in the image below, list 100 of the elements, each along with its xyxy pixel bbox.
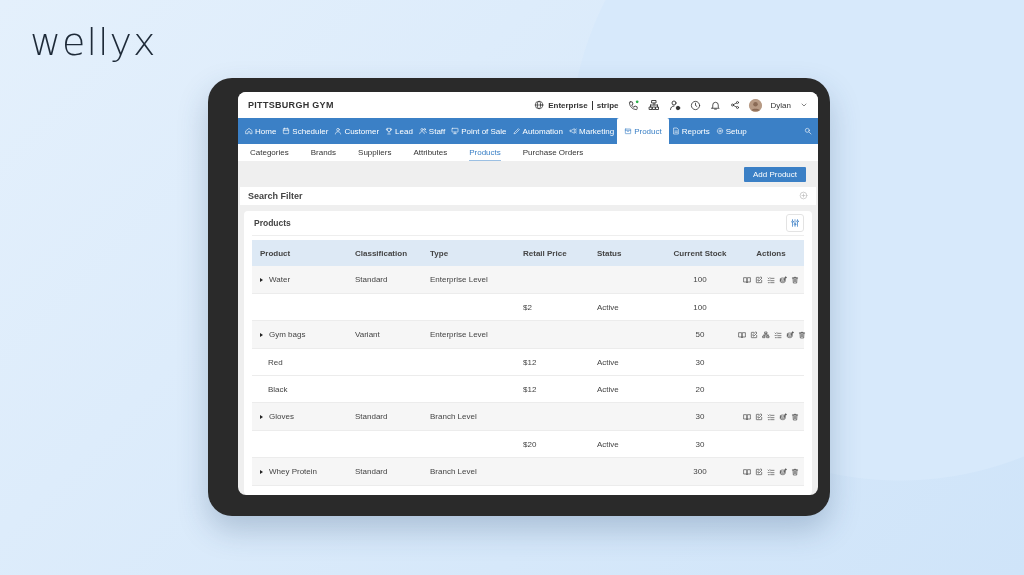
- document-icon: [671, 127, 680, 136]
- sub-tab[interactable]: Products: [469, 144, 501, 161]
- nav-tab[interactable]: Automation: [509, 120, 566, 143]
- box-icon: [624, 127, 633, 136]
- column-header: Retail Price: [523, 248, 567, 258]
- book-icon[interactable]: [743, 467, 751, 476]
- edit-icon[interactable]: [750, 330, 758, 339]
- org-chart-icon[interactable]: [647, 99, 660, 112]
- stock-cell: 100: [693, 302, 707, 312]
- stock-cell: 20: [695, 384, 705, 394]
- stock-cell: 30: [695, 357, 705, 367]
- trash-icon[interactable]: [798, 330, 806, 339]
- book-icon[interactable]: [743, 412, 751, 421]
- user-icon: [334, 127, 343, 136]
- bell-icon[interactable]: [709, 99, 721, 111]
- column-header: Product: [260, 248, 291, 258]
- clock-icon[interactable]: [689, 99, 701, 111]
- share-icon[interactable]: [729, 100, 740, 111]
- type-cell: Branch Level: [430, 412, 477, 422]
- status-cell: Active: [597, 357, 619, 367]
- classification-cell: Variant: [355, 330, 380, 340]
- nav-tab[interactable]: Lead: [382, 120, 416, 143]
- globe-icon: [534, 100, 545, 111]
- nav-tab[interactable]: Product: [617, 118, 669, 145]
- user-name[interactable]: Dylan: [770, 100, 791, 110]
- column-header: Status: [597, 248, 622, 258]
- users-icon: [418, 127, 427, 136]
- product-name: Gloves: [269, 412, 294, 422]
- search-icon[interactable]: [804, 127, 812, 136]
- sub-tab[interactable]: Categories: [250, 144, 289, 161]
- type-cell: Branch Level: [430, 467, 477, 477]
- filter-settings-button[interactable]: [786, 214, 804, 233]
- nav-tab[interactable]: Home: [242, 120, 280, 143]
- product-name: Whey Protein: [269, 467, 318, 477]
- column-header: Actions: [756, 248, 786, 258]
- trash-icon[interactable]: [791, 412, 799, 421]
- stock-cell: 100: [693, 275, 707, 285]
- expand-arrow-icon[interactable]: [260, 414, 263, 419]
- classification-cell: Standard: [355, 275, 388, 285]
- expand-arrow-icon[interactable]: [260, 277, 263, 282]
- settings-icon: [715, 127, 724, 136]
- avatar[interactable]: [748, 98, 762, 112]
- book-icon[interactable]: [743, 275, 751, 284]
- stripe-label: stripe: [596, 100, 619, 110]
- price-cell: $20: [523, 439, 537, 449]
- sub-tab[interactable]: Brands: [310, 144, 337, 161]
- sliders-icon: [790, 218, 800, 229]
- phone-icon[interactable]: [627, 99, 639, 111]
- status-cell: Active: [597, 302, 619, 312]
- expand-arrow-icon[interactable]: [260, 332, 263, 337]
- plan-label: Enterprise: [548, 100, 588, 110]
- checklist-icon[interactable]: [767, 467, 775, 476]
- trash-icon[interactable]: [791, 275, 799, 284]
- nav-tab[interactable]: Point of Sale: [448, 120, 510, 143]
- book-icon[interactable]: [738, 330, 746, 339]
- edit-icon[interactable]: [755, 467, 763, 476]
- checklist-icon[interactable]: [767, 412, 775, 421]
- stock-cell: 30: [695, 412, 705, 422]
- nav-tab[interactable]: Reports: [668, 120, 713, 143]
- classification-cell: Standard: [355, 467, 388, 477]
- product-name: Red: [268, 357, 283, 367]
- stock-cell: 50: [695, 330, 705, 340]
- pencil-icon: [512, 127, 521, 136]
- sub-tab[interactable]: Purchase Orders: [522, 144, 584, 161]
- expand-arrow-icon[interactable]: [260, 469, 263, 474]
- product-name: Water: [269, 275, 291, 285]
- wellyx-logo: wellyx: [30, 20, 157, 64]
- checklist-icon[interactable]: [767, 275, 775, 284]
- column-header: Type: [430, 248, 449, 258]
- home-icon: [245, 127, 253, 136]
- nav-tab[interactable]: Scheduler: [279, 120, 332, 143]
- type-cell: Enterprise Level: [430, 330, 488, 340]
- status-cell: Active: [597, 439, 619, 449]
- add-product-button[interactable]: Add Product: [743, 166, 806, 182]
- search-filter-title: Search Filter: [248, 191, 304, 201]
- classification-cell: Standard: [355, 412, 388, 422]
- nav-tab[interactable]: Setup: [712, 120, 750, 143]
- trophy-icon: [385, 127, 394, 136]
- sub-tab[interactable]: Suppliers: [358, 144, 392, 161]
- megaphone-icon: [569, 127, 577, 136]
- edit-icon[interactable]: [755, 412, 763, 421]
- nav-tab[interactable]: Customer: [331, 120, 383, 143]
- checklist-icon[interactable]: [774, 330, 782, 339]
- nav-tab[interactable]: Staff: [415, 120, 449, 143]
- price-cell: $12: [523, 384, 537, 394]
- type-cell: Enterprise Level: [430, 275, 488, 285]
- edit-icon[interactable]: [755, 275, 763, 284]
- sub-tab[interactable]: Attributes: [413, 144, 448, 161]
- hierarchy-icon[interactable]: [762, 330, 770, 339]
- column-header: Current Stock: [673, 248, 727, 258]
- calendar-icon: [282, 127, 291, 136]
- price-cell: $12: [523, 357, 537, 367]
- gym-title: PITTSBURGH GYM: [248, 100, 334, 111]
- stock-cell: 300: [693, 467, 707, 477]
- column-header: Classification: [355, 248, 407, 258]
- status-cell: Active: [597, 384, 619, 394]
- trash-icon[interactable]: [791, 467, 799, 476]
- nav-tab[interactable]: Marketing: [566, 120, 618, 143]
- product-name: Black: [268, 384, 288, 394]
- product-name: Gym bags: [269, 330, 306, 340]
